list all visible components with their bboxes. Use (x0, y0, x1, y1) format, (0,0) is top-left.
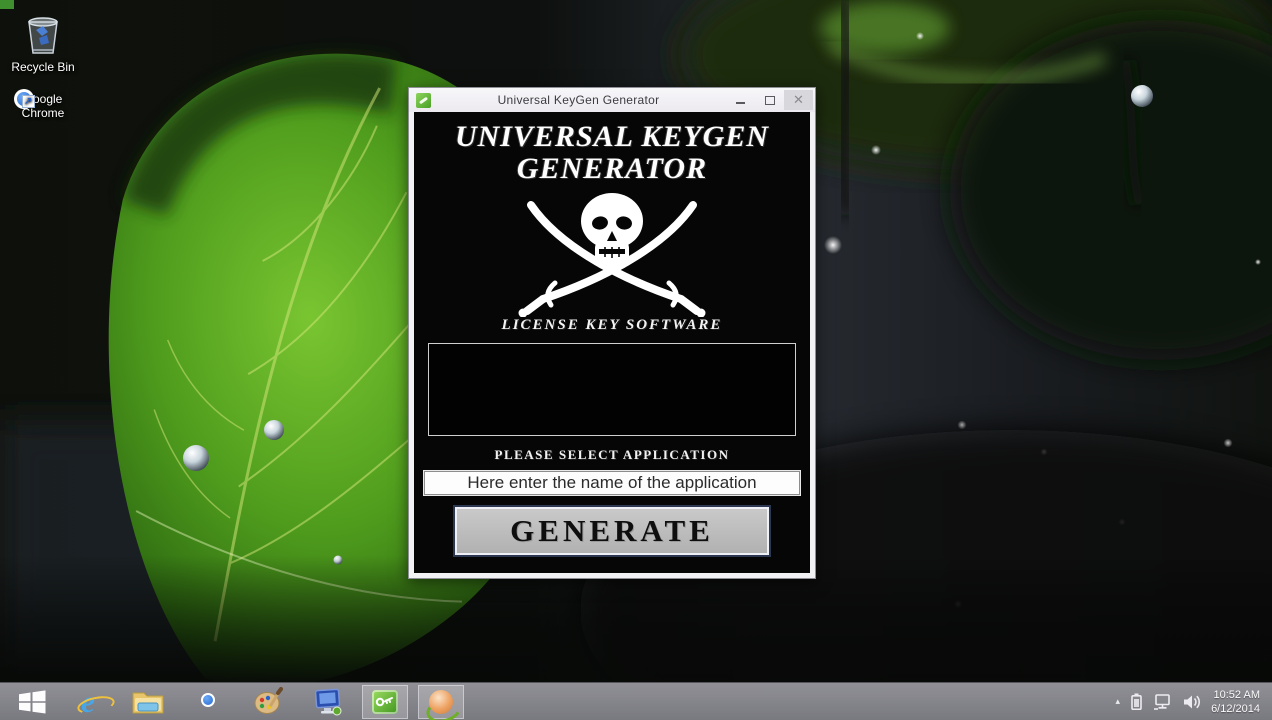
desktop-icon-google-chrome[interactable]: ↗ Google Chrome (0, 89, 86, 120)
window-title: Universal KeyGen Generator (497, 93, 660, 107)
taskbar-paint[interactable] (248, 683, 288, 720)
keygen-heading: UNIVERSAL KEYGEN GENERATOR (414, 121, 810, 185)
volume-icon[interactable] (1183, 694, 1201, 710)
skull-and-crossed-swords-icon (518, 193, 706, 317)
computer-icon (314, 688, 342, 715)
close-icon: ✕ (793, 92, 804, 107)
keygen-app-icon (372, 689, 398, 714)
tagline: LICENSE KEY SOFTWARE (501, 317, 723, 333)
select-application-label: PLEASE SELECT APPLICATION (494, 447, 730, 462)
keygen-client-area: UNIVERSAL KEYGEN GENERATOR LICENSE KEY S… (414, 112, 810, 573)
taskbar-file-explorer[interactable] (128, 683, 168, 720)
taskbar-computer[interactable] (308, 683, 348, 720)
taskbar-open-downloader-app[interactable] (418, 684, 464, 719)
application-name-input[interactable] (423, 470, 801, 496)
shortcut-arrow-icon: ↗ (21, 95, 35, 108)
recycle-bin-icon (28, 17, 58, 54)
downloader-app-icon (429, 689, 453, 714)
taskbar-google-chrome[interactable] (188, 683, 228, 720)
clock[interactable]: 10:52 AM 6/12/2014 (1211, 688, 1260, 716)
recycle-bin-label: Recycle Bin (11, 60, 75, 74)
keygen-app-icon (416, 92, 431, 108)
internet-explorer-icon: e (81, 683, 95, 719)
windows-start-icon (18, 689, 45, 713)
heading-line2: GENERATOR (516, 152, 708, 185)
maximize-button[interactable] (755, 90, 784, 110)
paint-icon (254, 686, 283, 714)
desktop-icon-recycle-bin[interactable]: Recycle Bin (0, 12, 86, 74)
minimize-button[interactable] (726, 90, 755, 110)
system-tray: ▴ 10:52 AM 6/12/2014 (1116, 688, 1272, 716)
video-artifact (0, 0, 14, 9)
generate-button[interactable]: GENERATE (455, 507, 769, 555)
heading-line1: UNIVERSAL KEYGEN (454, 120, 770, 153)
desktop: Recycle Bin ↗ Google Chrome Universal Ke… (0, 0, 1272, 720)
taskbar-internet-explorer[interactable]: e (68, 683, 108, 720)
taskbar-open-keygen-app[interactable] (362, 684, 408, 719)
file-explorer-icon (132, 692, 164, 713)
start-button[interactable] (12, 683, 52, 720)
battery-icon[interactable] (1131, 693, 1142, 710)
close-button[interactable]: ✕ (784, 90, 813, 110)
titlebar[interactable]: Universal KeyGen Generator ✕ (409, 88, 815, 112)
results-listbox[interactable] (428, 343, 796, 436)
chrome-icon (193, 685, 223, 715)
keygen-window: Universal KeyGen Generator ✕ UNIVERSAL K… (408, 87, 816, 579)
taskbar: e ▴ 10:52 AM 6/12/2014 (0, 682, 1272, 720)
network-icon[interactable] (1153, 693, 1172, 710)
clock-time: 10:52 AM (1213, 688, 1260, 701)
clock-date: 6/12/2014 (1211, 702, 1260, 715)
show-hidden-icons-chevron[interactable]: ▴ (1116, 696, 1121, 707)
minimize-icon (736, 102, 745, 104)
maximize-icon (764, 95, 775, 105)
